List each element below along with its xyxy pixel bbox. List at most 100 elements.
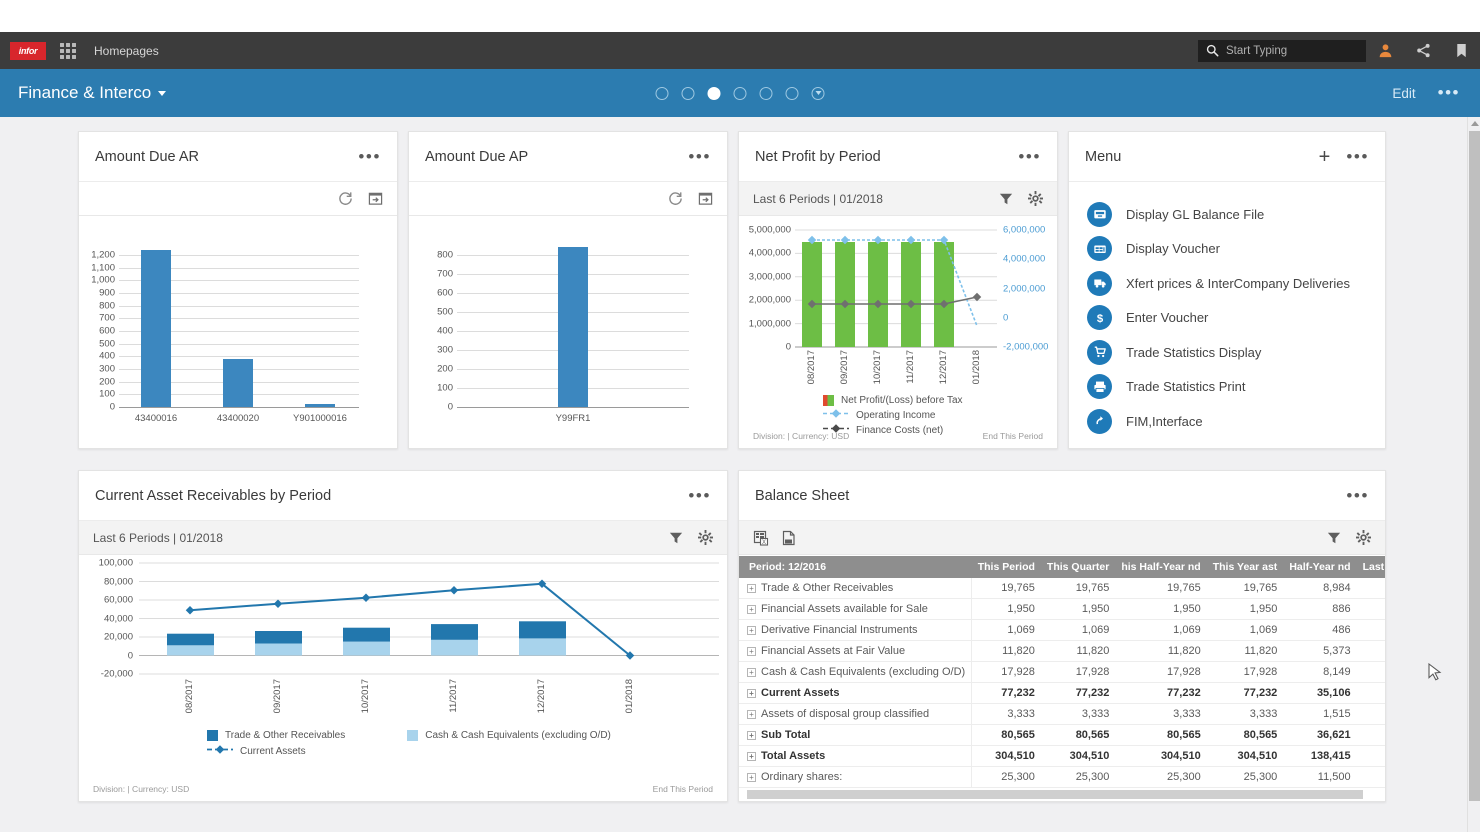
gear-icon[interactable] <box>1356 530 1371 545</box>
share-icon[interactable] <box>1404 32 1442 69</box>
menu-item-fim-interface[interactable]: FIM,Interface <box>1069 404 1385 439</box>
excel-export-icon[interactable]: X <box>753 530 769 546</box>
page-vertical-scrollbar[interactable] <box>1467 117 1480 832</box>
col-this-period[interactable]: This Period <box>972 556 1041 578</box>
infor-logo[interactable]: infor <box>10 42 46 60</box>
scroll-up-arrow-icon[interactable] <box>1471 121 1479 126</box>
widget-overflow-menu-icon[interactable]: ••• <box>1018 153 1041 161</box>
row-expander-icon[interactable]: + <box>747 731 756 740</box>
widget-overflow-menu-icon[interactable]: ••• <box>1346 492 1369 500</box>
pager-dot-1[interactable] <box>656 87 669 100</box>
row-expander-icon[interactable]: + <box>747 584 756 593</box>
y-tick: 100 <box>437 383 453 394</box>
widget-overflow-menu-icon[interactable]: ••• <box>688 492 711 500</box>
table-header-row: Period: 12/2016 This Period This Quarter… <box>739 556 1385 578</box>
page-title[interactable]: Finance & Interco <box>18 83 166 103</box>
pager-dot-3-active[interactable] <box>708 87 721 100</box>
refresh-icon[interactable] <box>668 191 683 206</box>
col-this-half-year[interactable]: his Half-Year nd <box>1115 556 1206 578</box>
bookmark-icon[interactable] <box>1442 32 1480 69</box>
x-tick: 10/2017 <box>360 679 371 713</box>
table-row[interactable]: +Current Assets 77,232 77,232 77,232 77,… <box>739 683 1385 704</box>
y-tick: 80,000 <box>104 576 133 587</box>
user-icon[interactable] <box>1366 32 1404 69</box>
table-row[interactable]: +Derivative Financial Instruments 1,069 … <box>739 620 1385 641</box>
legend-item[interactable]: Trade & Other Receivables <box>207 730 345 741</box>
pager-dot-2[interactable] <box>682 87 695 100</box>
balance-sheet-table-scroll[interactable]: Period: 12/2016 This Period This Quarter… <box>739 556 1385 801</box>
table-row[interactable]: +Financial Assets at Fair Value 11,820 1… <box>739 641 1385 662</box>
widget-overflow-menu-icon[interactable]: ••• <box>688 153 711 161</box>
row-expander-icon[interactable]: + <box>747 626 756 635</box>
row-expander-icon[interactable]: + <box>747 668 756 677</box>
cell: 17,928 <box>972 662 1041 683</box>
menu-item-trade-statistics-display[interactable]: Trade Statistics Display <box>1069 335 1385 370</box>
pager-dot-6[interactable] <box>786 87 799 100</box>
legend-item[interactable]: Net Profit/(Loss) before Tax <box>823 395 963 406</box>
col-this-year[interactable]: This Year ast <box>1207 556 1284 578</box>
table-horizontal-scrollbar[interactable] <box>747 790 1363 799</box>
widget-overflow-menu-icon[interactable]: ••• <box>1346 153 1369 161</box>
y-tick: 0 <box>128 650 133 661</box>
bar-Y99FR1[interactable] <box>558 247 588 407</box>
table-row[interactable]: +Sub Total 80,565 80,565 80,565 80,565 3… <box>739 725 1385 746</box>
widget-overflow-menu-icon[interactable]: ••• <box>358 153 381 161</box>
pager-dot-4[interactable] <box>734 87 747 100</box>
legend-item[interactable]: Current Assets <box>207 745 707 757</box>
pager-more-icon[interactable] <box>812 87 825 100</box>
scroll-thumb[interactable] <box>1469 131 1480 801</box>
y-axis-ar: 1,200 1,100 1,000 900 800 700 600 500 40… <box>79 255 115 407</box>
add-menu-item-button[interactable]: + <box>1319 150 1331 164</box>
page-overflow-menu-icon[interactable]: ••• <box>1438 88 1460 98</box>
filter-icon[interactable] <box>999 192 1013 206</box>
legend-item[interactable]: Cash & Cash Equivalents (excluding O/D) <box>407 730 611 741</box>
menu-item-xfert-prices-intercompany-deliveries[interactable]: Xfert prices & InterCompany Deliveries <box>1069 266 1385 301</box>
menu-item-display-voucher[interactable]: Display Voucher <box>1069 232 1385 267</box>
gear-icon[interactable] <box>698 530 713 545</box>
col-this-quarter[interactable]: This Quarter <box>1041 556 1115 578</box>
edit-button[interactable]: Edit <box>1392 86 1415 101</box>
col-last-half-year[interactable]: Half-Year nd <box>1283 556 1356 578</box>
refresh-icon[interactable] <box>338 191 353 206</box>
table-row[interactable]: +Cash & Cash Equivalents (excluding O/D)… <box>739 662 1385 683</box>
row-expander-icon[interactable]: + <box>747 647 756 656</box>
filter-icon[interactable] <box>669 531 683 545</box>
pdf-export-icon[interactable] <box>781 530 797 546</box>
bar-Y901000016[interactable] <box>305 404 335 407</box>
filter-icon[interactable] <box>1327 531 1341 545</box>
chart-current-asset <box>79 557 729 692</box>
table-row[interactable]: +Assets of disposal group classified 3,3… <box>739 704 1385 725</box>
breadcrumb-homepages[interactable]: Homepages <box>94 44 159 58</box>
table-row[interactable]: +Financial Assets available for Sale 1,9… <box>739 599 1385 620</box>
pager-dot-5[interactable] <box>760 87 773 100</box>
row-expander-icon[interactable]: + <box>747 773 756 782</box>
cell: 3,333 <box>1041 704 1115 725</box>
bar-43400016[interactable] <box>141 250 171 407</box>
top-navigation-bar: infor Homepages Start Typing <box>0 32 1480 69</box>
menu-item-display-gl-balance-file[interactable]: Display GL Balance File <box>1069 197 1385 232</box>
row-label: Ordinary shares: <box>761 771 842 783</box>
export-icon[interactable] <box>698 191 713 206</box>
search-input[interactable]: Start Typing <box>1198 40 1366 62</box>
widget-title: Balance Sheet <box>755 488 849 504</box>
stacked-bars-current-asset <box>167 621 566 655</box>
export-icon[interactable] <box>368 191 383 206</box>
row-expander-icon[interactable]: + <box>747 752 756 761</box>
widget-title: Amount Due AR <box>95 149 199 165</box>
row-expander-icon[interactable]: + <box>747 710 756 719</box>
col-period[interactable]: Period: 12/2016 <box>739 556 972 578</box>
row-expander-icon[interactable]: + <box>747 689 756 698</box>
gear-icon[interactable] <box>1028 191 1043 206</box>
col-last-year[interactable]: Last Year <box>1357 556 1385 578</box>
cell: 80,565 <box>1041 725 1115 746</box>
row-expander-icon[interactable]: + <box>747 605 756 614</box>
table-row[interactable]: +Ordinary shares: 25,300 25,300 25,300 2… <box>739 767 1385 788</box>
menu-item-trade-statistics-print[interactable]: Trade Statistics Print <box>1069 370 1385 405</box>
bar-43400020[interactable] <box>223 359 253 407</box>
app-grid-icon[interactable] <box>60 43 76 59</box>
y-tick: 500 <box>99 338 115 349</box>
table-row[interactable]: +Total Assets 304,510 304,510 304,510 30… <box>739 746 1385 767</box>
legend-item[interactable]: Operating Income <box>823 409 963 421</box>
menu-item-enter-voucher[interactable]: $ Enter Voucher <box>1069 301 1385 336</box>
table-row[interactable]: +Trade & Other Receivables 19,765 19,765… <box>739 578 1385 599</box>
